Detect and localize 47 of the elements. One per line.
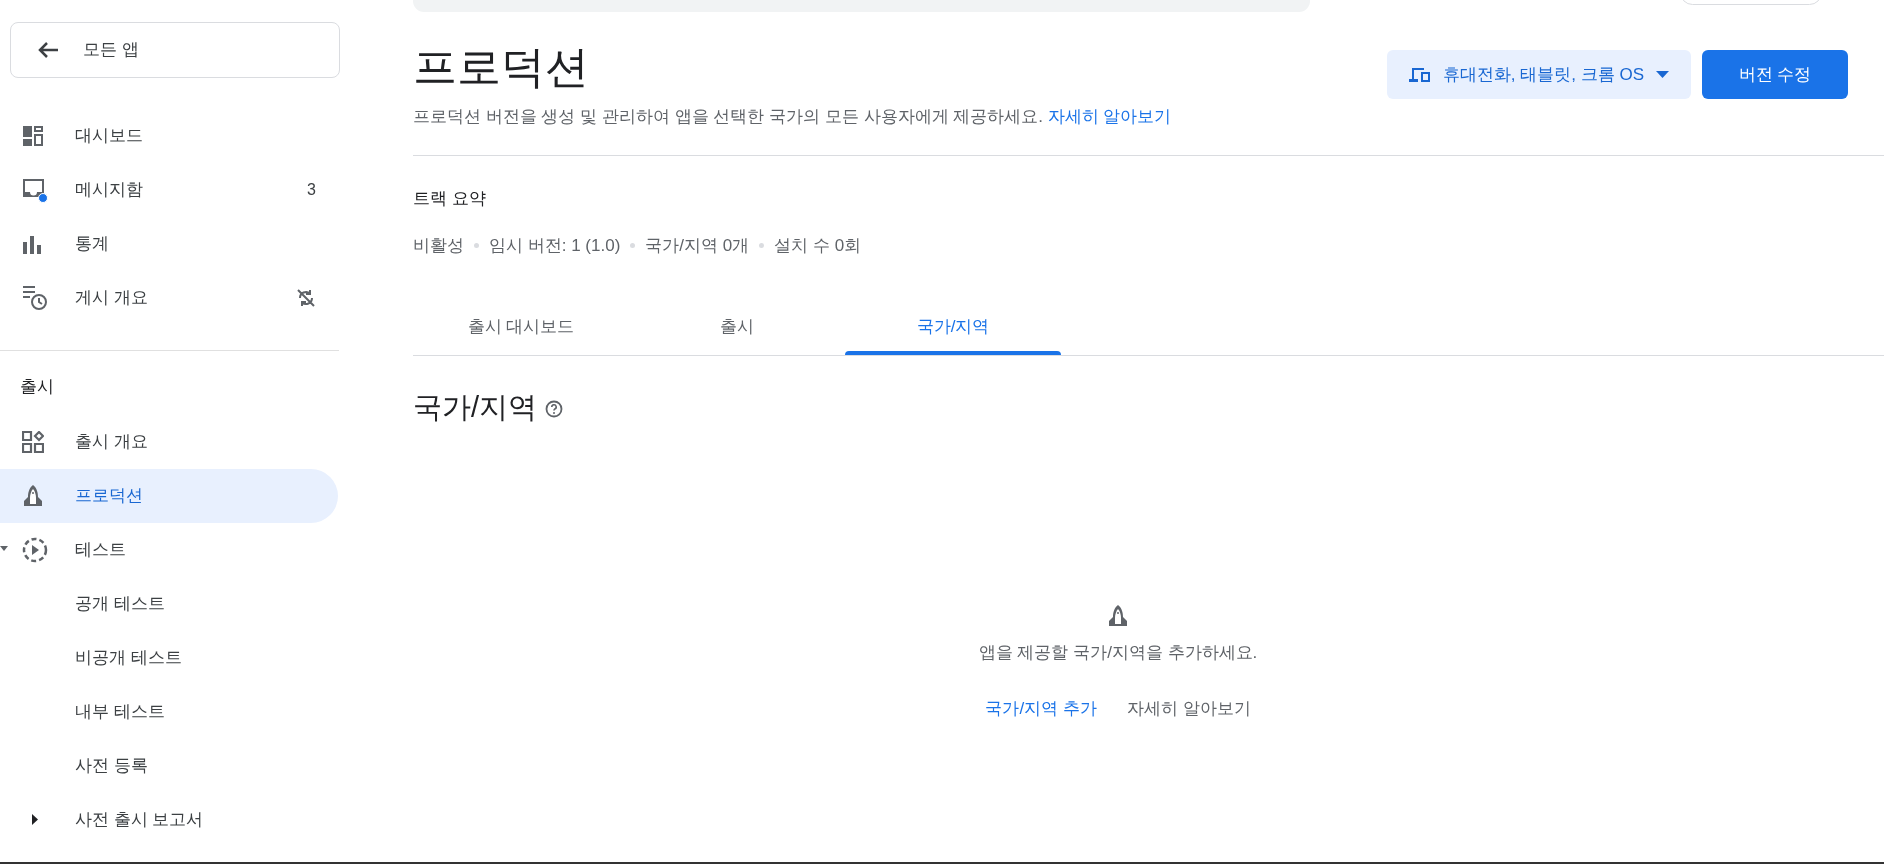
section-title: 출시	[19, 376, 55, 398]
help-icon[interactable]	[545, 400, 564, 419]
nav-item[interactable]: 게시 개요	[0, 271, 338, 325]
empty-state-message: 앱을 제공할 국가/지역을 추가하세요.	[978, 642, 1258, 664]
nav-item[interactable]: 출시 개요	[0, 415, 338, 469]
devices-icon	[1408, 66, 1431, 83]
page-title: 프로덕션	[413, 41, 590, 93]
nav-item[interactable]: 비공개 테스트	[0, 631, 338, 685]
learn-more-link[interactable]: 자세히 알아보기	[1126, 695, 1251, 721]
section-heading: 국가/지역	[413, 389, 538, 425]
summary-item: 국가/지역 0개	[645, 235, 750, 257]
tab[interactable]: 출시	[629, 298, 845, 355]
caret-right-icon[interactable]	[32, 814, 38, 825]
nav-item[interactable]: 사전 출시 보고서	[0, 793, 338, 847]
nav-item[interactable]: 프로덕션	[0, 469, 338, 523]
back-arrow-icon	[37, 41, 59, 59]
learn-more-link[interactable]: 자세히 알아보기	[1047, 107, 1172, 126]
nav-item[interactable]: 대시보드	[0, 109, 338, 163]
rocket-icon	[1107, 604, 1129, 628]
nav-item[interactable]: 사전 등록	[0, 739, 338, 793]
inbox-icon	[22, 177, 48, 203]
caret-icon	[1656, 71, 1669, 78]
tab[interactable]: 출시 대시보드	[413, 298, 629, 355]
device-dropdown[interactable]: 휴대전화, 태블릿, 크롬 OS	[1386, 50, 1691, 99]
sync-off-icon	[296, 288, 316, 308]
nav-item[interactable]: 공개 테스트	[0, 577, 338, 631]
play-circle-icon	[22, 537, 48, 563]
add-country-link[interactable]: 국가/지역 추가	[985, 695, 1097, 721]
rocket-icon	[22, 484, 44, 508]
shapes-icon	[22, 431, 44, 453]
summary-item: 비활성	[413, 235, 464, 257]
page-description: 프로덕션 버전을 생성 및 관리하여 앱을 선택한 국가의 모든 사용자에게 제공하세요.	[413, 107, 1043, 126]
summary-item: 설치 수 0회	[774, 235, 862, 257]
bar-chart-icon	[22, 234, 42, 254]
summary-item: 임시 버전: 1 (1.0)	[489, 235, 621, 257]
nav-item[interactable]: 메시지함 3	[0, 163, 338, 217]
nav-item[interactable]: 내부 테스트	[0, 685, 338, 739]
back-button[interactable]: 모든 앱	[10, 22, 340, 78]
nav-item[interactable]: 통계	[0, 217, 338, 271]
edit-version-button[interactable]: 버전 수정	[1702, 50, 1848, 99]
schedule-icon	[22, 285, 48, 311]
tab[interactable]: 국가/지역	[845, 298, 1061, 355]
nav-item[interactable]: 테스트	[0, 523, 338, 577]
unread-count: 3	[307, 180, 316, 200]
caret-down-icon[interactable]	[0, 546, 8, 551]
dashboard-icon	[22, 125, 44, 147]
track-summary-title: 트랙 요약	[413, 187, 487, 210]
